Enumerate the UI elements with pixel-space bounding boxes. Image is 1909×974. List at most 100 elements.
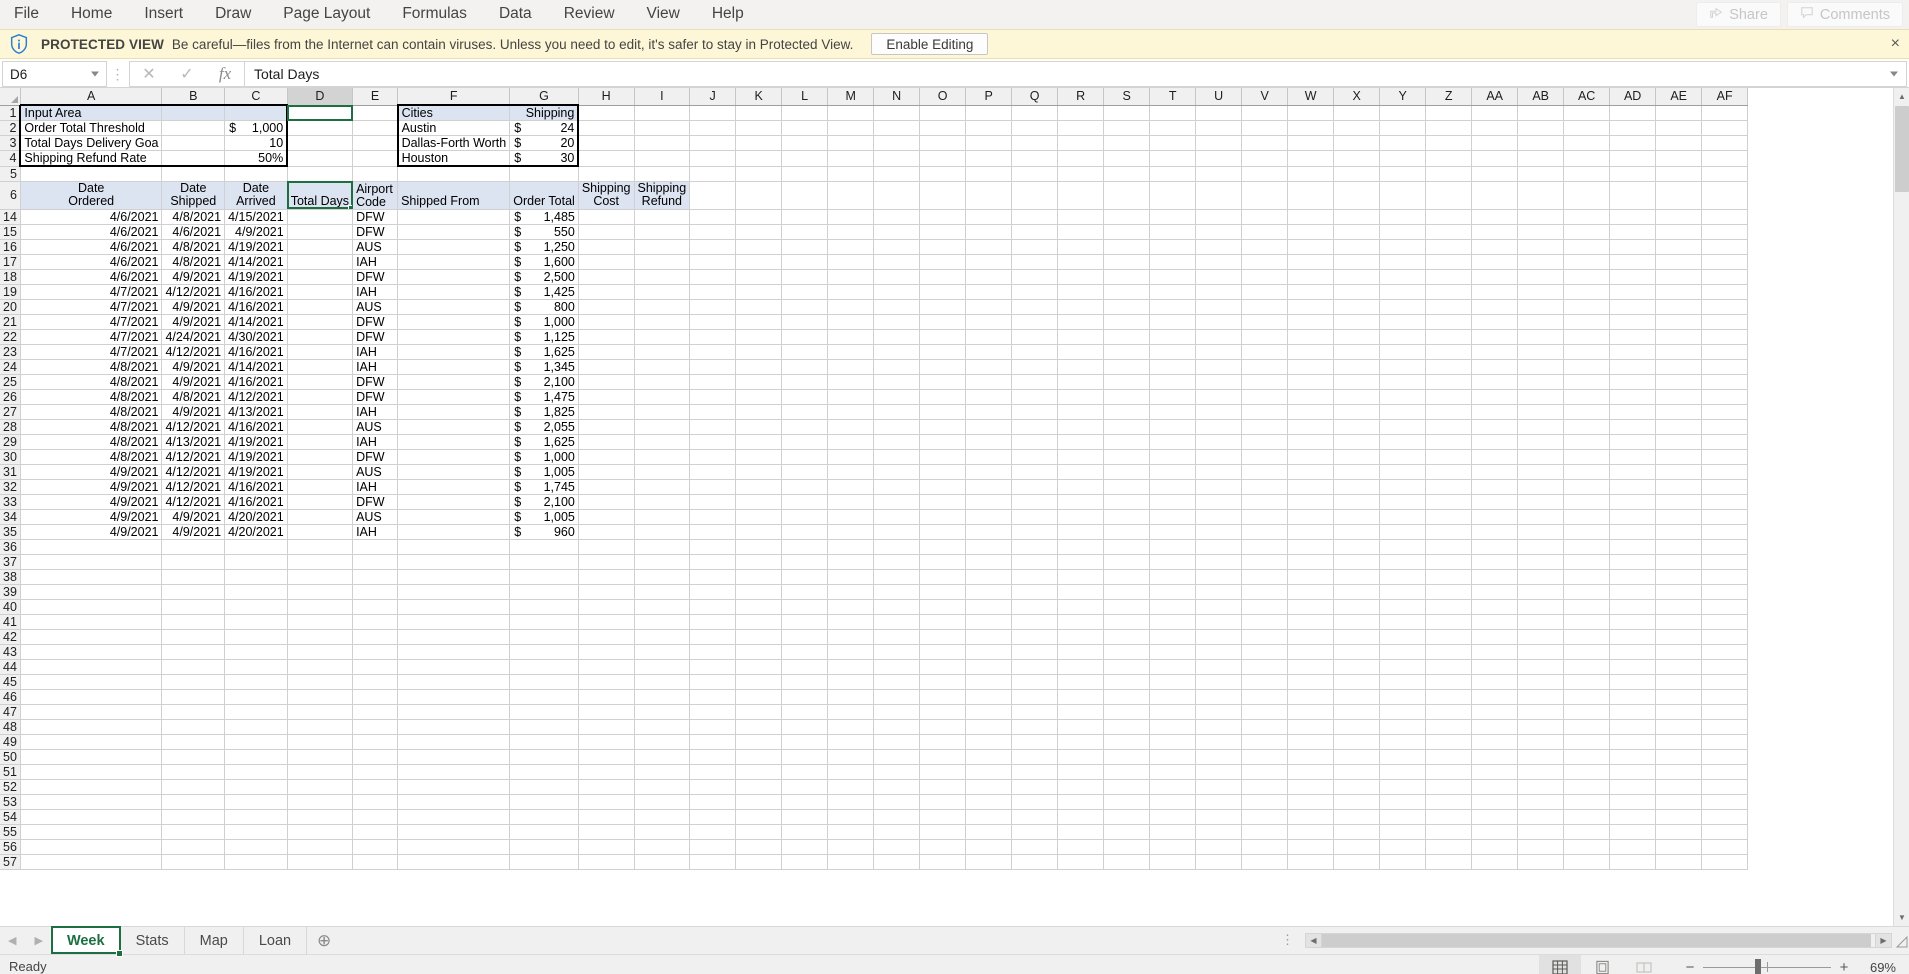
cell-Y2[interactable] — [1379, 120, 1427, 136]
cell-I1[interactable] — [634, 105, 691, 121]
cell-A57[interactable] — [20, 854, 163, 870]
cell-C50[interactable] — [224, 749, 288, 765]
cell-AC3[interactable] — [1563, 135, 1611, 151]
cell-N46[interactable] — [873, 689, 921, 705]
cell-Z49[interactable] — [1425, 734, 1473, 750]
cell-W56[interactable] — [1287, 839, 1335, 855]
cell-S37[interactable] — [1103, 554, 1151, 570]
cell-date-shipped[interactable]: 4/9/2021 — [161, 359, 226, 375]
cell-S41[interactable] — [1103, 614, 1151, 630]
cell-airport-code[interactable]: IAH — [352, 434, 399, 450]
cell-D36[interactable] — [287, 539, 354, 555]
cell-N21[interactable] — [873, 314, 921, 330]
cell-date-shipped[interactable]: 4/13/2021 — [161, 434, 226, 450]
cell-Y44[interactable] — [1379, 659, 1427, 675]
cell-AB49[interactable] — [1517, 734, 1565, 750]
cell-N43[interactable] — [873, 644, 921, 660]
cell-S55[interactable] — [1103, 824, 1151, 840]
cell-X37[interactable] — [1333, 554, 1381, 570]
cell-M33[interactable] — [827, 494, 875, 510]
cell-C47[interactable] — [224, 704, 288, 720]
cell-C4-shipping-refund-rate-value[interactable]: 50% — [224, 150, 289, 167]
normal-view-icon[interactable] — [1539, 955, 1581, 974]
cell-T25[interactable] — [1149, 374, 1197, 390]
cell-J46[interactable] — [689, 689, 737, 705]
cell-S31[interactable] — [1103, 464, 1151, 480]
cell-S34[interactable] — [1103, 509, 1151, 525]
cell-K23[interactable] — [735, 344, 783, 360]
cell-M50[interactable] — [827, 749, 875, 765]
cell-shipping-refund[interactable] — [634, 269, 691, 285]
cell-R44[interactable] — [1057, 659, 1105, 675]
cell-AF20[interactable] — [1701, 299, 1749, 315]
cell-P30[interactable] — [965, 449, 1013, 465]
cell-Z6[interactable] — [1425, 181, 1473, 210]
scroll-up-icon[interactable]: ▲ — [1894, 88, 1909, 105]
cell-M4[interactable] — [827, 150, 875, 167]
cell-L37[interactable] — [781, 554, 829, 570]
cell-AA52[interactable] — [1471, 779, 1519, 795]
cell-AE56[interactable] — [1655, 839, 1703, 855]
cell-Q4[interactable] — [1011, 150, 1059, 167]
cell-P42[interactable] — [965, 629, 1013, 645]
cell-AF24[interactable] — [1701, 359, 1749, 375]
cell-K25[interactable] — [735, 374, 783, 390]
cell-AD32[interactable] — [1609, 479, 1657, 495]
cell-M30[interactable] — [827, 449, 875, 465]
cell-O31[interactable] — [919, 464, 967, 480]
cell-P35[interactable] — [965, 524, 1013, 540]
cell-T48[interactable] — [1149, 719, 1197, 735]
cell-K14[interactable] — [735, 209, 783, 225]
cell-N2[interactable] — [873, 120, 921, 136]
cell-AC39[interactable] — [1563, 584, 1611, 600]
cell-E46[interactable] — [352, 689, 399, 705]
cell-AB45[interactable] — [1517, 674, 1565, 690]
cell-AD44[interactable] — [1609, 659, 1657, 675]
cell-U50[interactable] — [1195, 749, 1243, 765]
row-header-1[interactable]: 1 — [0, 105, 21, 121]
cell-P45[interactable] — [965, 674, 1013, 690]
cell-L25[interactable] — [781, 374, 829, 390]
cell-I39[interactable] — [634, 584, 691, 600]
cell-R33[interactable] — [1057, 494, 1105, 510]
cell-S32[interactable] — [1103, 479, 1151, 495]
cell-U26[interactable] — [1195, 389, 1243, 405]
cell-Z52[interactable] — [1425, 779, 1473, 795]
cell-M46[interactable] — [827, 689, 875, 705]
cell-A39[interactable] — [20, 584, 163, 600]
menu-item-help[interactable]: Help — [698, 1, 758, 27]
cell-C1[interactable] — [224, 104, 289, 121]
cell-AE22[interactable] — [1655, 329, 1703, 345]
cell-P55[interactable] — [965, 824, 1013, 840]
cell-AA25[interactable] — [1471, 374, 1519, 390]
cell-AD19[interactable] — [1609, 284, 1657, 300]
cell-shipping-refund[interactable] — [634, 464, 691, 480]
cell-shipping-refund[interactable] — [634, 434, 691, 450]
cell-AF23[interactable] — [1701, 344, 1749, 360]
cell-Y36[interactable] — [1379, 539, 1427, 555]
cell-N1[interactable] — [873, 105, 921, 121]
cell-M28[interactable] — [827, 419, 875, 435]
cell-AF27[interactable] — [1701, 404, 1749, 420]
cell-J42[interactable] — [689, 629, 737, 645]
cell-Z1[interactable] — [1425, 105, 1473, 121]
cell-AC34[interactable] — [1563, 509, 1611, 525]
cell-AF14[interactable] — [1701, 209, 1749, 225]
cell-Z44[interactable] — [1425, 659, 1473, 675]
cell-M15[interactable] — [827, 224, 875, 240]
cell-V47[interactable] — [1241, 704, 1289, 720]
cell-E53[interactable] — [352, 794, 399, 810]
cell-Q37[interactable] — [1011, 554, 1059, 570]
row-header-57[interactable]: 57 — [0, 854, 21, 870]
cell-B38[interactable] — [161, 569, 226, 585]
cell-AD6[interactable] — [1609, 181, 1657, 210]
cell-N56[interactable] — [873, 839, 921, 855]
cell-K6[interactable] — [735, 181, 783, 210]
cell-F44[interactable] — [397, 659, 511, 675]
cell-AD34[interactable] — [1609, 509, 1657, 525]
cell-AB33[interactable] — [1517, 494, 1565, 510]
cell-AD55[interactable] — [1609, 824, 1657, 840]
cell-J14[interactable] — [689, 209, 737, 225]
cell-R53[interactable] — [1057, 794, 1105, 810]
cell-AE21[interactable] — [1655, 314, 1703, 330]
